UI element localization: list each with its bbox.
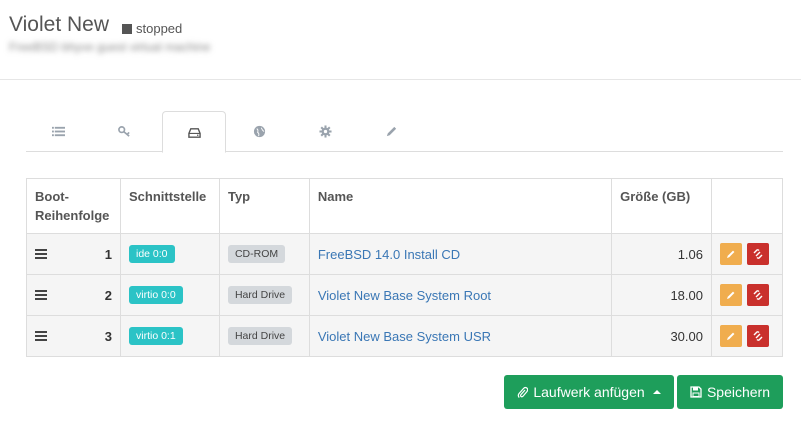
add-drive-label: Laufwerk anfügen — [533, 384, 645, 400]
unlink-button[interactable] — [747, 243, 769, 265]
col-type: Typ — [218, 178, 310, 234]
stopped-icon — [122, 23, 132, 34]
list-icon — [51, 126, 65, 137]
edit-button[interactable] — [720, 284, 742, 306]
interface-label: virtio 0:1 — [128, 327, 183, 345]
unlink-icon — [753, 331, 763, 341]
type-cell: Hard Drive — [218, 315, 310, 357]
paperclip-icon — [518, 386, 529, 398]
boot-order-cell: 1 — [26, 233, 121, 275]
table-row: 2 virtio 0:0 Hard Drive Violet New Base … — [26, 274, 783, 316]
size-cell: 30.00 — [611, 315, 712, 357]
type-cell: Hard Drive — [218, 274, 310, 316]
add-drive-button[interactable]: Laufwerk anfügen — [504, 375, 674, 409]
drive-name-link[interactable]: FreeBSD 14.0 Install CD — [318, 247, 460, 262]
name-cell: Violet New Base System Root — [308, 274, 613, 316]
save-label: Speichern — [706, 384, 771, 400]
actions-cell — [711, 233, 783, 275]
size-cell: 18.00 — [611, 274, 712, 316]
interface-cell: virtio 0:0 — [119, 274, 220, 316]
globe-icon — [253, 125, 265, 138]
hard-drive-icon — [187, 127, 201, 138]
tab-general[interactable] — [26, 111, 90, 152]
col-boot-order: Boot- Reihenfolge — [26, 178, 121, 234]
boot-order-value: 2 — [104, 287, 112, 303]
tab-bar — [26, 111, 783, 153]
name-cell: Violet New Base System USR — [308, 315, 613, 357]
col-actions — [711, 178, 783, 234]
drives-table: Boot- Reihenfolge Schnittstelle Typ Name… — [26, 178, 783, 357]
actions-cell — [711, 274, 783, 316]
table-header-row: Boot- Reihenfolge Schnittstelle Typ Name… — [26, 178, 783, 234]
unlink-icon — [753, 290, 763, 300]
key-icon — [117, 126, 130, 137]
drag-handle-icon[interactable] — [35, 247, 47, 261]
vm-title: Violet New — [9, 13, 109, 36]
floppy-disk-icon — [690, 386, 702, 398]
name-cell: FreeBSD 14.0 Install CD — [308, 233, 613, 275]
interface-cell: ide 0:0 — [119, 233, 220, 275]
drive-name-link[interactable]: Violet New Base System Root — [318, 288, 491, 303]
tab-settings[interactable] — [293, 111, 357, 152]
drag-handle-icon[interactable] — [35, 329, 47, 343]
vm-subtitle: FreeBSD bhyve guest virtual machine — [9, 40, 211, 54]
edit-button[interactable] — [720, 325, 742, 347]
interface-cell: virtio 0:1 — [119, 315, 220, 357]
page-header: Violet New stopped FreeBSD bhyve guest v… — [0, 0, 801, 80]
boot-order-cell: 2 — [26, 274, 121, 316]
edit-button[interactable] — [720, 243, 742, 265]
boot-order-cell: 3 — [26, 315, 121, 357]
save-button[interactable]: Speichern — [677, 375, 783, 409]
pencil-icon — [727, 332, 735, 340]
tab-network[interactable] — [227, 111, 291, 152]
table-row: 3 virtio 0:1 Hard Drive Violet New Base … — [26, 315, 783, 357]
tab-drives[interactable] — [162, 111, 226, 153]
status-text: stopped — [136, 21, 183, 36]
boot-order-value: 3 — [104, 328, 112, 344]
caret-up-icon — [652, 390, 661, 394]
type-cell: CD-ROM — [218, 233, 310, 275]
actions-cell — [711, 315, 783, 357]
gear-icon — [318, 125, 332, 138]
tab-keys[interactable] — [92, 111, 156, 152]
unlink-button[interactable] — [747, 284, 769, 306]
unlink-icon — [753, 249, 763, 259]
pencil-icon — [386, 126, 396, 137]
table-row: 1 ide 0:0 CD-ROM FreeBSD 14.0 Install CD… — [26, 233, 783, 275]
boot-order-value: 1 — [104, 246, 112, 262]
col-interface: Schnittstelle — [119, 178, 220, 234]
col-name: Name — [308, 178, 613, 234]
drive-name-link[interactable]: Violet New Base System USR — [318, 329, 491, 344]
type-label: Hard Drive — [227, 327, 293, 345]
type-label: Hard Drive — [227, 286, 293, 304]
unlink-button[interactable] — [747, 325, 769, 347]
interface-label: virtio 0:0 — [128, 286, 183, 304]
drag-handle-icon[interactable] — [35, 288, 47, 302]
size-cell: 1.06 — [611, 233, 712, 275]
tab-edit[interactable] — [359, 111, 423, 152]
col-size: Größe (GB) — [611, 178, 712, 234]
pencil-icon — [727, 291, 735, 299]
interface-label: ide 0:0 — [128, 245, 175, 263]
pencil-icon — [727, 250, 735, 258]
status-badge: stopped — [122, 21, 182, 36]
type-label: CD-ROM — [227, 245, 286, 263]
